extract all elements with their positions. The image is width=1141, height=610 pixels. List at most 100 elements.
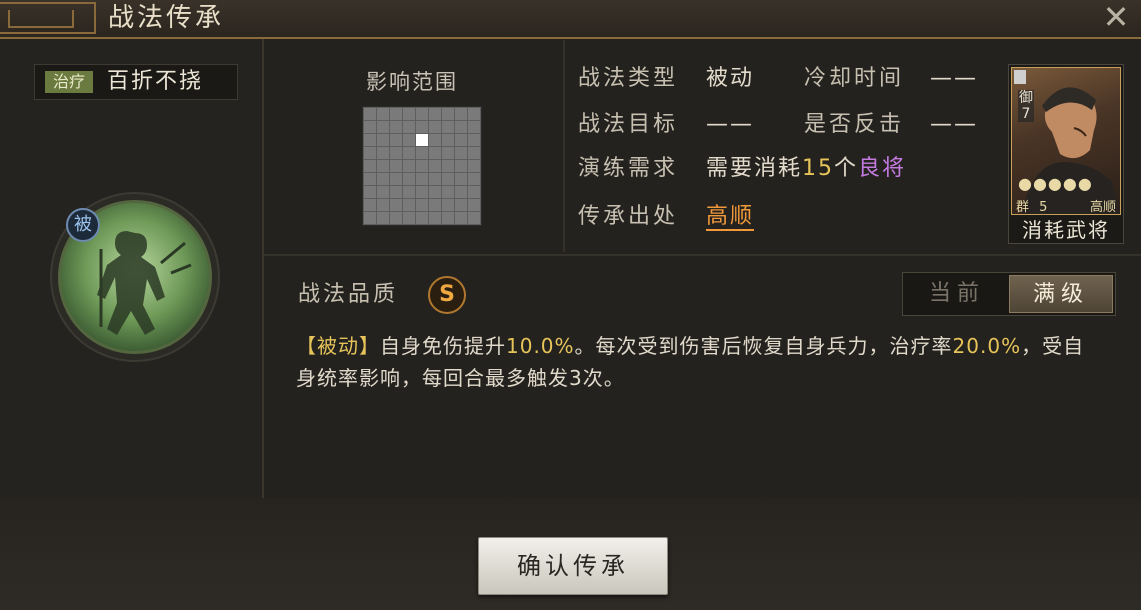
range-cell (390, 147, 402, 159)
range-cell (416, 173, 428, 185)
divider-horizontal (264, 254, 1141, 256)
range-cell (377, 121, 389, 133)
skill-tag: 治疗 百折不挠 (34, 64, 238, 100)
range-cell (403, 212, 415, 224)
description-value: 10.0% (506, 334, 575, 358)
range-cell (455, 173, 467, 185)
range-cell (403, 199, 415, 211)
range-cell (403, 160, 415, 172)
range-cell (390, 108, 402, 120)
hero-portrait: 御7 ●●●●● 群 5 高顺 (1011, 67, 1121, 215)
range-cell (442, 147, 454, 159)
hero-level: 5 (1039, 200, 1048, 215)
range-cell (364, 108, 376, 120)
range-cell (468, 160, 480, 172)
title-ornament (0, 2, 96, 34)
range-cell (390, 134, 402, 146)
shield-icon (1014, 70, 1026, 84)
close-button[interactable]: ✕ (1099, 1, 1133, 35)
toggle-max-level-button[interactable]: 满级 (1009, 275, 1113, 313)
skill-name: 百折不挠 (107, 69, 204, 94)
target-value: —— (706, 112, 754, 137)
range-grid (362, 106, 482, 226)
toggle-current-button[interactable]: 当前 (905, 275, 1009, 313)
hero-info: 群 5 高顺 (1016, 196, 1120, 215)
range-cell (416, 160, 428, 172)
range-cell (377, 147, 389, 159)
range-cell (364, 134, 376, 146)
range-cell (390, 121, 402, 133)
range-cell (390, 173, 402, 185)
description-text: 。每次受到伤害后恢复自身兵力，治疗率 (574, 334, 953, 358)
range-cell (455, 186, 467, 198)
hero-card[interactable]: 御7 ●●●●● 群 5 高顺 消耗武将 (1008, 64, 1124, 244)
range-cell (429, 160, 441, 172)
origin-label: 传承出处 (578, 204, 679, 229)
target-label: 战法目标 (578, 112, 679, 137)
range-cell (390, 160, 402, 172)
type-label: 战法类型 (578, 66, 679, 91)
range-cell (455, 108, 467, 120)
range-cell (455, 212, 467, 224)
range-cell (468, 186, 480, 198)
confirm-inherit-button[interactable]: 确认传承 (478, 537, 668, 595)
requirement-count: 15 (802, 156, 835, 181)
range-cell (377, 199, 389, 211)
title-bar: 战法传承 ✕ (0, 0, 1141, 39)
range-cell (377, 212, 389, 224)
range-cell (442, 186, 454, 198)
range-cell (416, 212, 428, 224)
range-cell (468, 147, 480, 159)
passive-badge: 被 (66, 208, 100, 242)
range-cell (442, 212, 454, 224)
range-cell (416, 108, 428, 120)
range-cell (455, 147, 467, 159)
range-cell (377, 186, 389, 198)
range-cell (390, 212, 402, 224)
range-cell (442, 199, 454, 211)
quality-grade-badge: S (428, 276, 466, 314)
hero-name: 高顺 (1089, 200, 1116, 215)
range-cell (468, 134, 480, 146)
range-cell (416, 199, 428, 211)
range-cell (364, 199, 376, 211)
range-cell (364, 147, 376, 159)
range-cell (416, 121, 428, 133)
range-cell (364, 186, 376, 198)
range-cell (429, 186, 441, 198)
requirement-unit: 个 (834, 156, 859, 181)
range-cell (429, 134, 441, 146)
range-cell (468, 212, 480, 224)
range-cell (377, 173, 389, 185)
cooldown-label: 冷却时间 (804, 66, 905, 91)
range-cell (364, 212, 376, 224)
divider-vertical (563, 40, 565, 252)
range-cell (416, 147, 428, 159)
window-title: 战法传承 (108, 3, 225, 33)
range-cell (403, 121, 415, 133)
description-text: 自身免伤提升 (380, 334, 506, 358)
hero-faction: 群 (1016, 200, 1030, 215)
description-tag: 【被动】 (296, 334, 380, 358)
range-cell (455, 134, 467, 146)
range-cell (468, 199, 480, 211)
origin-value[interactable]: 高顺 (706, 202, 755, 232)
skill-type-tag: 治疗 (45, 71, 93, 93)
range-cell (416, 186, 428, 198)
range-cell (468, 108, 480, 120)
range-cell (455, 121, 467, 133)
hero-troop-type: 御7 (1018, 90, 1034, 122)
range-cell (468, 173, 480, 185)
origin-hero-link[interactable]: 高顺 (706, 204, 755, 231)
range-cell (429, 108, 441, 120)
range-cell (403, 173, 415, 185)
counter-label: 是否反击 (804, 112, 905, 137)
description-value: 20.0% (952, 334, 1022, 358)
range-cell (403, 147, 415, 159)
range-cell (403, 108, 415, 120)
range-cell (364, 121, 376, 133)
range-cell (377, 108, 389, 120)
requirement-quality: 良将 (858, 156, 907, 181)
range-cell-active (416, 134, 428, 146)
hero-caption: 消耗武将 (1022, 218, 1110, 242)
